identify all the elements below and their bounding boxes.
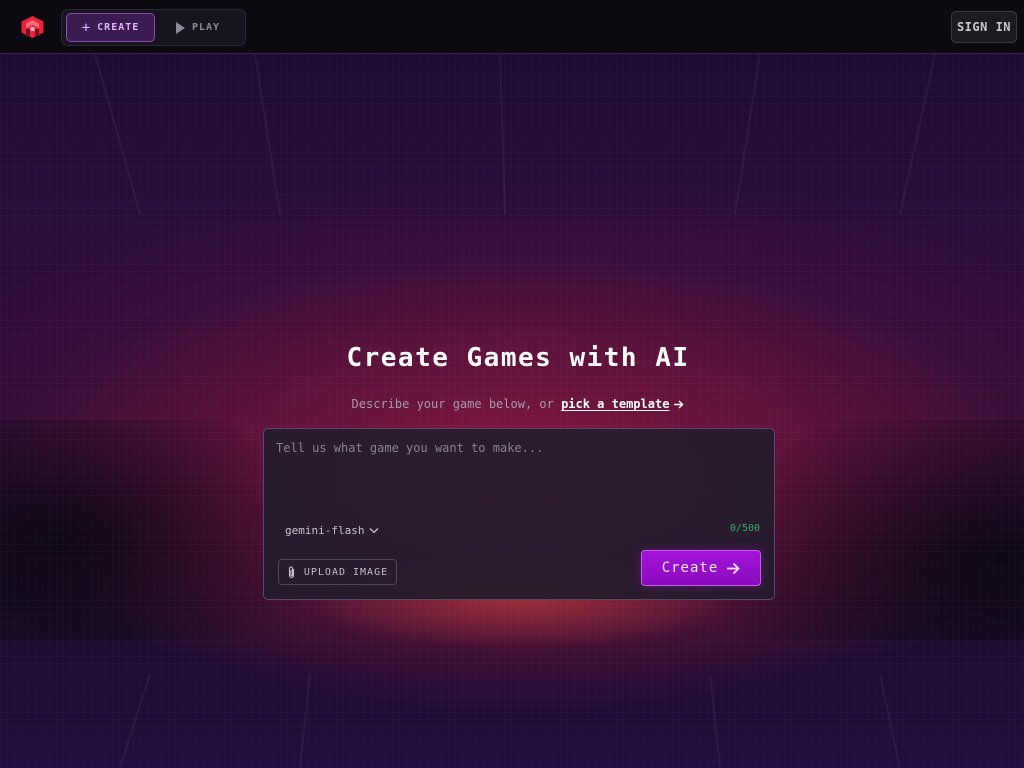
create-button[interactable]: Create (641, 550, 761, 586)
paperclip-icon (288, 566, 294, 578)
page-subtitle: Describe your game below, or pick a temp… (0, 397, 1024, 411)
model-select[interactable]: gemini-flash (285, 522, 379, 538)
play-icon (176, 21, 185, 34)
mode-switch: + CREATE PLAY (61, 9, 246, 46)
tab-play-label: PLAY (192, 22, 221, 33)
prompt-card: gemini-flash 0/500 UPLOAD IMAGE Create (263, 428, 775, 600)
arrow-right-icon (674, 400, 684, 409)
plus-icon: + (81, 19, 92, 36)
sign-in-button[interactable]: SIGN IN (951, 11, 1017, 43)
tab-create[interactable]: + CREATE (66, 13, 155, 42)
upload-image-button[interactable]: UPLOAD IMAGE (278, 559, 397, 585)
arrow-right-icon (727, 562, 740, 574)
upload-image-label: UPLOAD IMAGE (303, 566, 389, 578)
game-prompt-input[interactable] (276, 441, 762, 511)
tab-play[interactable]: PLAY (169, 13, 239, 42)
character-counter: 0/500 (729, 523, 760, 534)
create-button-label: Create (661, 560, 719, 576)
tab-create-label: CREATE (97, 22, 140, 33)
subtitle-text: Describe your game below, or (351, 397, 562, 411)
page-title: Create Games with AI (346, 343, 690, 373)
red-hexagon-logo-icon[interactable] (20, 15, 45, 39)
model-select-value: gemini-flash (285, 523, 365, 537)
background-perspective-lines (94, 54, 936, 768)
pick-template-link[interactable]: pick a template (561, 397, 669, 411)
chevron-down-icon (370, 527, 379, 533)
top-bar: + CREATE PLAY SIGN IN (0, 0, 1024, 54)
